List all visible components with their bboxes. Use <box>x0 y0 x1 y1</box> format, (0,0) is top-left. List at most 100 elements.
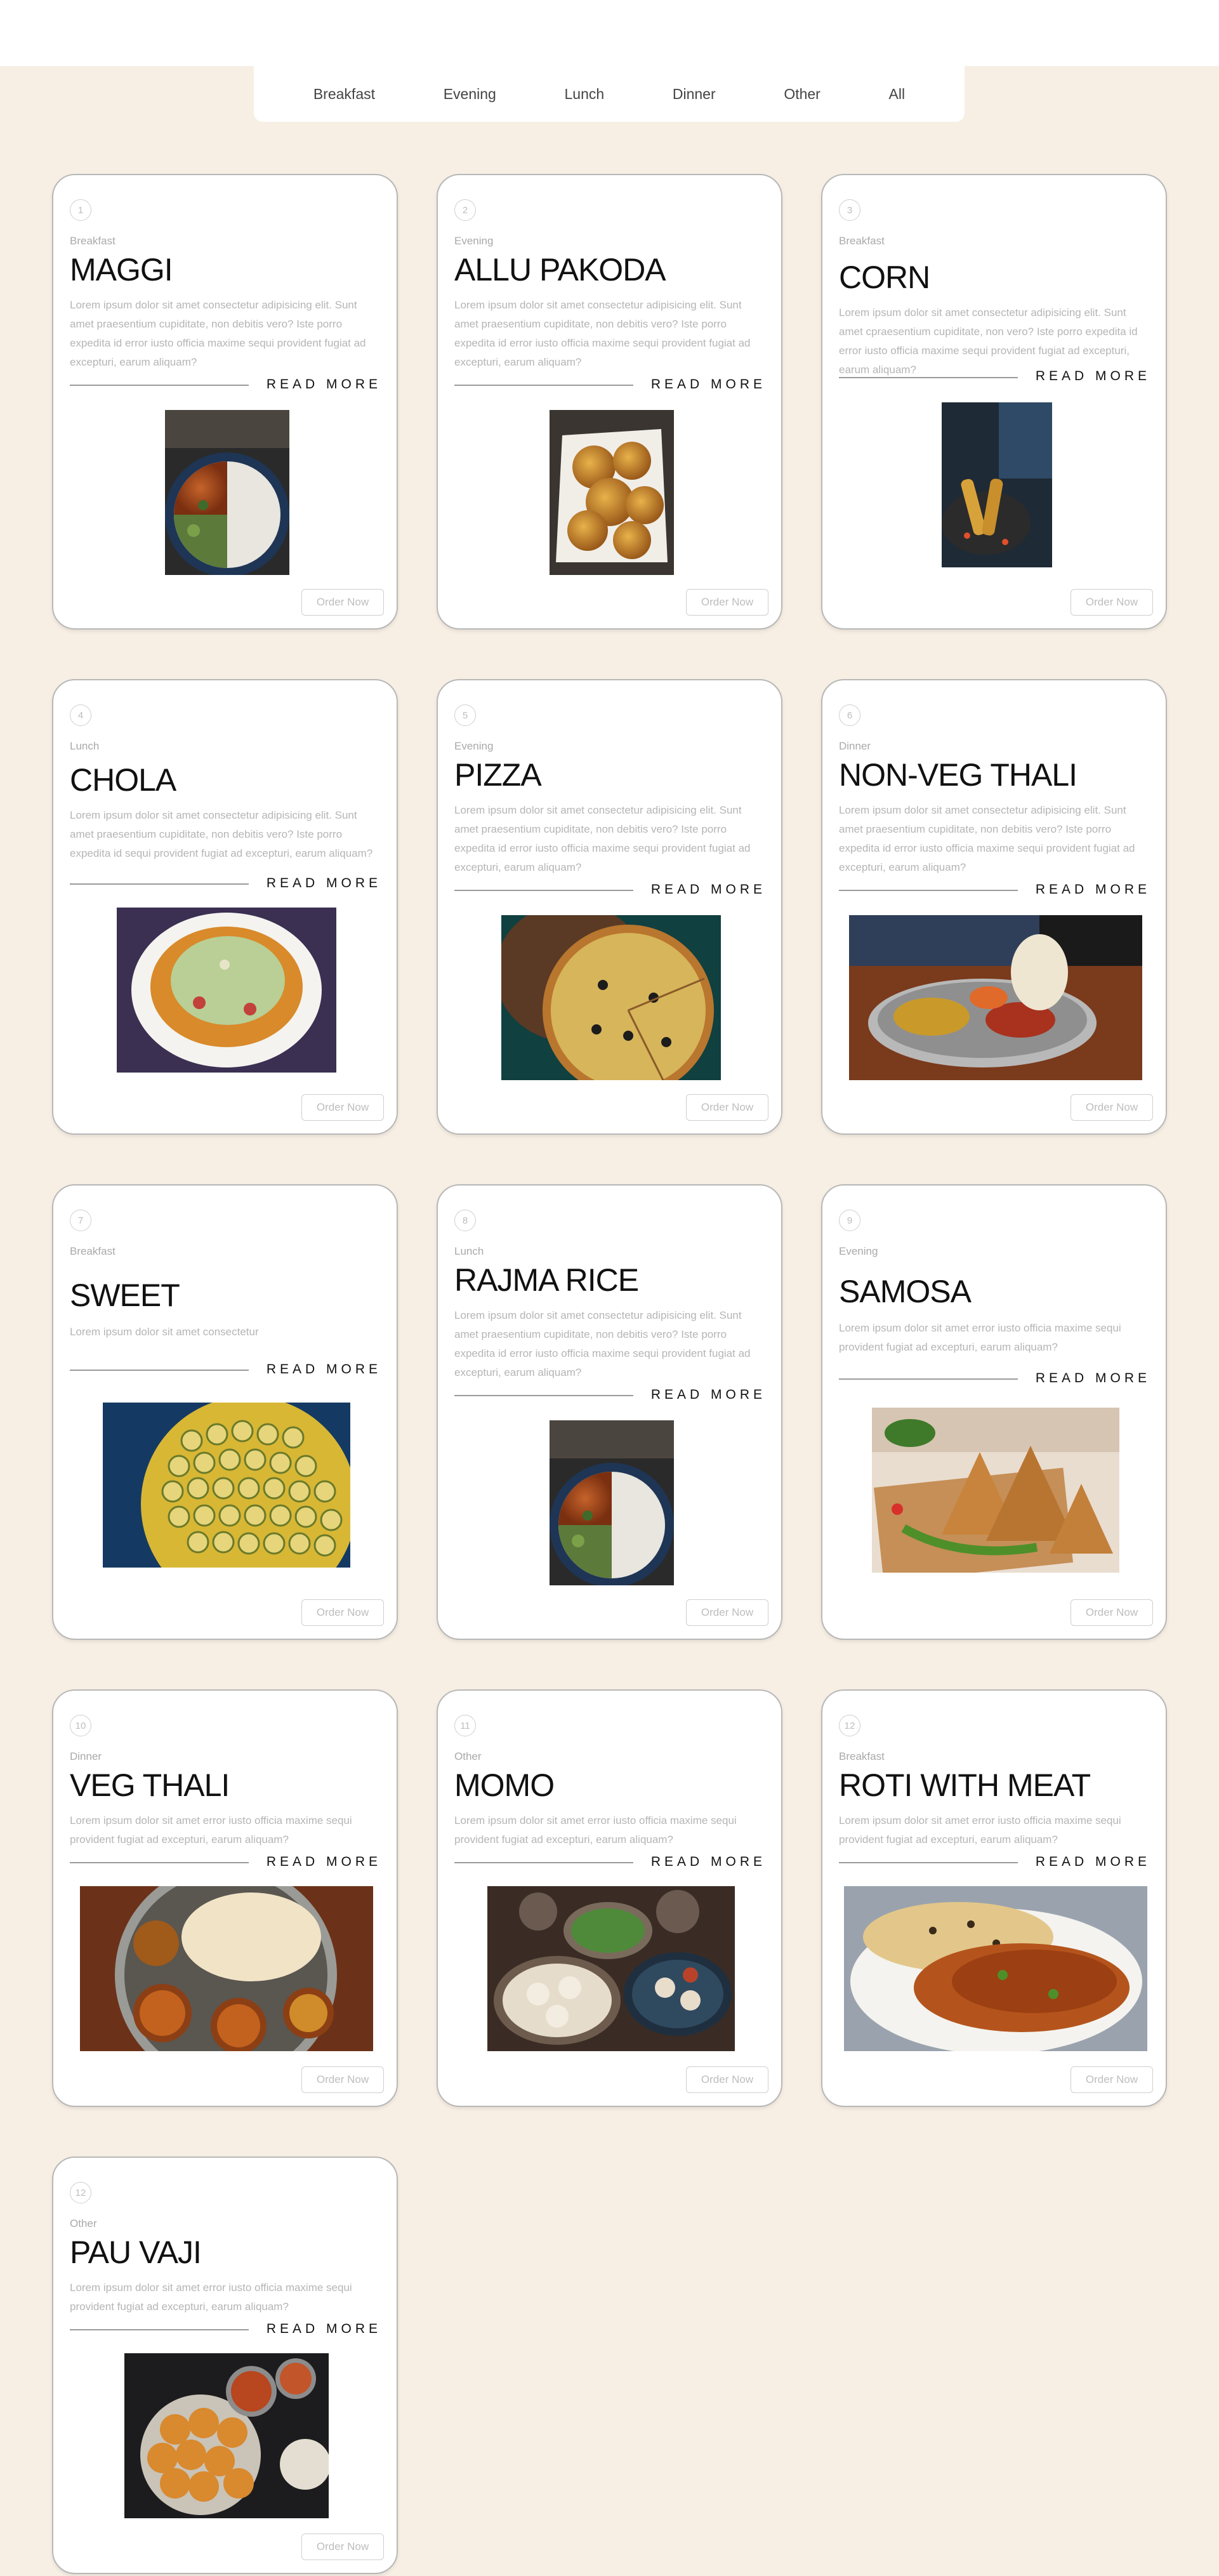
read-more-link[interactable]: READ MORE <box>1036 1371 1150 1386</box>
item-description: Lorem ipsum dolor sit amet error iusto o… <box>70 1814 352 1846</box>
order-now-button[interactable]: Order Now <box>301 2066 384 2093</box>
item-title: CORN <box>839 260 930 295</box>
divider <box>839 890 1018 891</box>
divider <box>70 1370 249 1371</box>
read-more-link[interactable]: READ MORE <box>651 1854 766 1870</box>
item-title: ROTI WITH MEAT <box>839 1767 1091 1803</box>
item-number: 4 <box>70 704 91 726</box>
item-title: PIZZA <box>454 757 542 793</box>
item-title: RAJMA RICE <box>454 1262 639 1298</box>
divider <box>70 2329 249 2330</box>
item-description: Lorem ipsum dolor sit amet error iusto o… <box>70 2282 352 2313</box>
menu-card: 12 Breakfast ROTI WITH MEAT Lorem ipsum … <box>821 1689 1167 2107</box>
item-number: 10 <box>70 1715 91 1736</box>
item-description: Lorem ipsum dolor sit amet consectetur a… <box>70 809 373 859</box>
order-now-button[interactable]: Order Now <box>686 1094 768 1121</box>
food-photo <box>844 1886 1147 2051</box>
menu-card: 6 Dinner NON-VEG THALI Lorem ipsum dolor… <box>821 679 1167 1135</box>
divider <box>454 890 633 891</box>
item-category: Other <box>70 2217 97 2229</box>
item-number: 7 <box>70 1210 91 1231</box>
item-description: Lorem ipsum dolor sit amet error iusto o… <box>454 1814 737 1846</box>
item-description: Lorem ipsum dolor sit amet consectetur <box>70 1326 259 1338</box>
filter-lunch[interactable]: Lunch <box>557 81 612 108</box>
item-category: Lunch <box>454 1245 484 1257</box>
item-description: Lorem ipsum dolor sit amet error iusto o… <box>839 1322 1121 1353</box>
read-more-link[interactable]: READ MORE <box>651 377 766 392</box>
item-description: Lorem ipsum dolor sit amet consectetur a… <box>454 299 751 368</box>
filter-all[interactable]: All <box>881 81 913 108</box>
item-number: 2 <box>454 199 476 221</box>
item-description: Lorem ipsum dolor sit amet consectetur a… <box>839 804 1135 873</box>
item-title: ALLU PAKODA <box>454 252 666 287</box>
food-photo <box>487 1886 735 2051</box>
read-more-link[interactable]: READ MORE <box>267 1854 381 1870</box>
food-photo <box>117 908 336 1073</box>
read-more-link[interactable]: READ MORE <box>651 1387 766 1403</box>
order-now-button[interactable]: Order Now <box>1071 2066 1153 2093</box>
divider <box>454 385 633 386</box>
read-more-link[interactable]: READ MORE <box>651 882 766 897</box>
food-photo <box>942 402 1052 567</box>
item-title: SWEET <box>70 1278 180 1313</box>
divider <box>454 1395 633 1396</box>
item-category: Breakfast <box>70 1245 115 1257</box>
item-category: Dinner <box>839 740 871 752</box>
order-now-button[interactable]: Order Now <box>1071 589 1153 616</box>
item-number: 12 <box>70 2182 91 2203</box>
food-photo <box>872 1408 1119 1573</box>
order-now-button[interactable]: Order Now <box>301 1094 384 1121</box>
order-now-button[interactable]: Order Now <box>1071 1599 1153 1626</box>
order-now-button[interactable]: Order Now <box>301 2533 384 2560</box>
read-more-link[interactable]: READ MORE <box>267 2322 381 2337</box>
item-title: MOMO <box>454 1767 555 1803</box>
order-now-button[interactable]: Order Now <box>686 589 768 616</box>
read-more-link[interactable]: READ MORE <box>1036 1854 1150 1870</box>
read-more-link[interactable]: READ MORE <box>1036 882 1150 897</box>
item-category: Dinner <box>70 1750 102 1762</box>
read-more-link[interactable]: READ MORE <box>1036 369 1150 384</box>
item-description: Lorem ipsum dolor sit amet consectetur a… <box>839 307 1138 376</box>
order-now-button[interactable]: Order Now <box>301 1599 384 1626</box>
menu-card: 7 Breakfast SWEET Lorem ipsum dolor sit … <box>52 1184 398 1640</box>
item-number: 3 <box>839 199 860 221</box>
food-photo <box>501 915 721 1080</box>
item-category: Evening <box>454 235 494 247</box>
menu-card: 4 Lunch CHOLA Lorem ipsum dolor sit amet… <box>52 679 398 1135</box>
food-photo <box>103 1403 350 1568</box>
filter-dinner[interactable]: Dinner <box>665 81 723 108</box>
read-more-link[interactable]: READ MORE <box>267 876 381 891</box>
item-category: Evening <box>454 740 494 752</box>
menu-card: 10 Dinner VEG THALI Lorem ipsum dolor si… <box>52 1689 398 2107</box>
menu-card: 8 Lunch RAJMA RICE Lorem ipsum dolor sit… <box>437 1184 782 1640</box>
category-filter-bar: Breakfast Evening Lunch Dinner Other All <box>254 66 965 122</box>
food-photo <box>165 410 289 575</box>
menu-card: 9 Evening SAMOSA Lorem ipsum dolor sit a… <box>821 1184 1167 1640</box>
menu-card: 11 Other MOMO Lorem ipsum dolor sit amet… <box>437 1689 782 2107</box>
order-now-button[interactable]: Order Now <box>686 1599 768 1626</box>
item-category: Evening <box>839 1245 878 1257</box>
item-title: VEG THALI <box>70 1767 230 1803</box>
order-now-button[interactable]: Order Now <box>686 2066 768 2093</box>
read-more-link[interactable]: READ MORE <box>267 377 381 392</box>
item-number: 12 <box>839 1715 860 1736</box>
order-now-button[interactable]: Order Now <box>301 589 384 616</box>
filter-other[interactable]: Other <box>776 81 828 108</box>
item-category: Other <box>454 1750 482 1762</box>
item-title: NON-VEG THALI <box>839 757 1077 793</box>
filter-breakfast[interactable]: Breakfast <box>306 81 383 108</box>
item-category: Breakfast <box>70 235 115 247</box>
read-more-link[interactable]: READ MORE <box>267 1362 381 1377</box>
item-description: Lorem ipsum dolor sit amet error iusto o… <box>839 1814 1121 1846</box>
divider <box>839 1862 1018 1863</box>
item-number: 1 <box>70 199 91 221</box>
item-title: SAMOSA <box>839 1274 972 1309</box>
divider <box>839 377 1018 378</box>
order-now-button[interactable]: Order Now <box>1071 1094 1153 1121</box>
menu-card: 2 Evening ALLU PAKODA Lorem ipsum dolor … <box>437 174 782 630</box>
item-number: 5 <box>454 704 476 726</box>
divider <box>454 1862 633 1863</box>
food-photo <box>550 410 674 575</box>
filter-evening[interactable]: Evening <box>436 81 504 108</box>
menu-card: 3 Breakfast CORN Lorem ipsum dolor sit a… <box>821 174 1167 630</box>
